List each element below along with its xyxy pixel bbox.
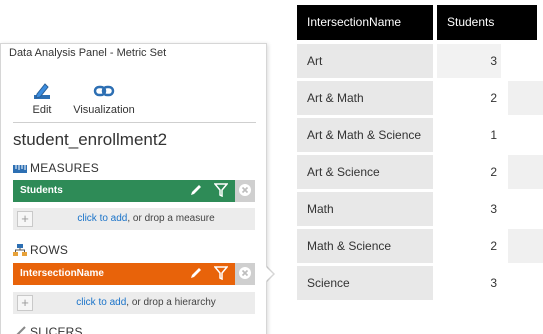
measure-drop-zone[interactable]: + click to add, or drop a measure: [13, 208, 255, 230]
cell-intersection-name: Art: [297, 44, 433, 78]
remove-icon[interactable]: [235, 180, 255, 202]
data-table: IntersectionName Students Art 3 Art & Ma…: [297, 0, 543, 304]
table-row: Art & Science 2: [297, 155, 543, 189]
panel-pointer-inner: [265, 266, 273, 282]
cell-students: 2: [490, 239, 497, 253]
row-pill-intersectionname[interactable]: IntersectionName: [13, 263, 255, 285]
table-row: Math & Science 2: [297, 229, 543, 263]
cell-students: 3: [490, 276, 497, 290]
cell-intersection-name: Science: [297, 266, 433, 300]
table-row: Art & Math & Science 1: [297, 118, 543, 152]
measure-pill-label: Students: [20, 185, 63, 196]
click-to-add-hierarchy-link[interactable]: click to add: [76, 297, 126, 308]
table-row: Science 3: [297, 266, 543, 300]
row-filler: [508, 81, 543, 115]
filter-icon[interactable]: [210, 263, 232, 285]
rows-section-header: ROWS: [13, 243, 68, 257]
drop-measure-hint: , or drop a measure: [127, 213, 215, 224]
remove-icon[interactable]: [235, 263, 255, 285]
cell-students: 2: [490, 165, 497, 179]
cell-intersection-name: Math & Science: [297, 229, 433, 263]
row-filler: [508, 229, 543, 263]
pencil-icon: [34, 83, 50, 99]
click-to-add-measure-link[interactable]: click to add: [77, 213, 127, 224]
slicer-icon: [16, 326, 26, 334]
pencil-icon[interactable]: [185, 263, 207, 285]
visualization-button[interactable]: Visualization: [71, 81, 137, 116]
measure-pill-students[interactable]: Students: [13, 180, 255, 202]
edit-button[interactable]: Edit: [27, 81, 57, 116]
column-header-students[interactable]: Students: [437, 5, 537, 40]
table-row: Art & Math 2: [297, 81, 543, 115]
chain-link-icon: [93, 85, 115, 97]
hierarchy-icon: [13, 244, 27, 256]
row-filler: [508, 155, 543, 189]
rows-label: ROWS: [30, 243, 69, 257]
table-row: Math 3: [297, 192, 543, 226]
data-analysis-panel: Data Analysis Panel - Metric Set Edit Vi…: [0, 43, 267, 334]
cell-intersection-name: Art & Math: [297, 81, 433, 115]
filter-icon[interactable]: [210, 180, 232, 202]
slicers-section-header: SLICERS: [13, 325, 83, 334]
cell-intersection-name: Math: [297, 192, 433, 226]
column-header-intersectionname[interactable]: IntersectionName: [297, 5, 433, 40]
cell-students: 3: [490, 202, 497, 216]
drop-hierarchy-hint: , or drop a hierarchy: [126, 297, 216, 308]
measures-section-header: MEASURES: [13, 161, 99, 175]
panel-title: Data Analysis Panel - Metric Set: [9, 47, 167, 59]
ruler-icon: [13, 165, 27, 173]
hierarchy-drop-zone[interactable]: + click to add, or drop a hierarchy: [13, 292, 255, 314]
cell-students: 3: [437, 44, 501, 78]
table-row: Art 3: [297, 44, 543, 78]
model-name: student_enrollment2: [13, 130, 168, 149]
cell-students: 1: [490, 128, 497, 142]
measures-label: MEASURES: [30, 161, 99, 175]
visualization-label: Visualization: [73, 104, 135, 116]
row-pill-label: IntersectionName: [20, 268, 104, 279]
cell-intersection-name: Art & Science: [297, 155, 433, 189]
cell-intersection-name: Art & Math & Science: [297, 118, 433, 152]
pencil-icon[interactable]: [185, 180, 207, 202]
cell-students: 2: [490, 91, 497, 105]
edit-label: Edit: [32, 104, 52, 116]
divider: [13, 122, 256, 123]
slicers-label: SLICERS: [30, 325, 83, 334]
